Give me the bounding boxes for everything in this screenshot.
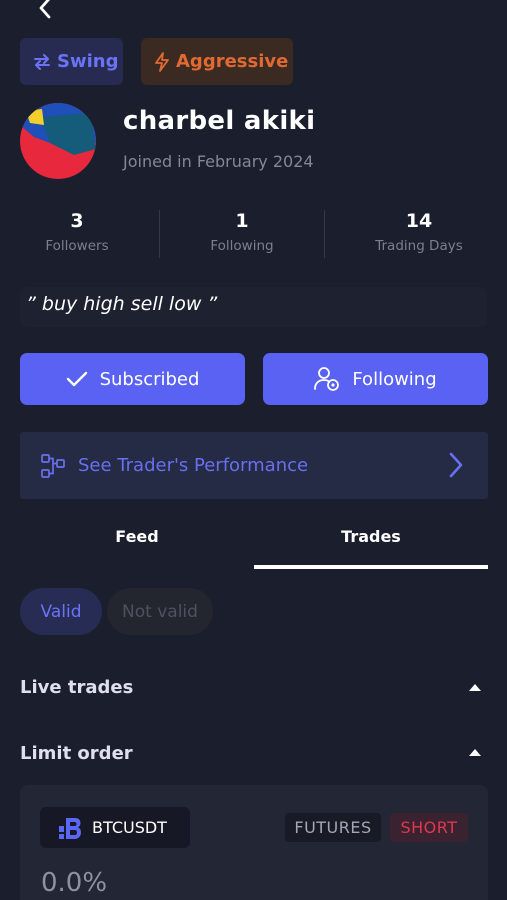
stat-followers[interactable]: 3 Followers bbox=[7, 210, 147, 254]
pair-label: BTCUSDT bbox=[92, 818, 167, 837]
stat-value: 14 bbox=[405, 210, 433, 232]
profile-bio: ” buy high sell low ” bbox=[20, 287, 487, 327]
stat-divider bbox=[159, 210, 160, 258]
back-button[interactable] bbox=[30, 0, 60, 22]
active-tab-indicator bbox=[254, 565, 488, 569]
user-check-icon bbox=[314, 367, 340, 391]
filter-valid[interactable]: Valid bbox=[20, 588, 102, 635]
tag-swing: Swing bbox=[20, 38, 123, 85]
stat-label: Followers bbox=[45, 238, 109, 254]
caret-up-icon[interactable] bbox=[469, 684, 481, 691]
trader-performance-link[interactable]: See Trader's Performance bbox=[20, 432, 488, 499]
tag-aggressive-label: Aggressive bbox=[176, 51, 289, 72]
network-icon bbox=[41, 453, 65, 478]
joined-date: Joined in February 2024 bbox=[123, 152, 314, 171]
tab-feed[interactable]: Feed bbox=[20, 527, 254, 546]
tab-trades[interactable]: Trades bbox=[254, 527, 488, 546]
stat-trading-days[interactable]: 14 Trading Days bbox=[349, 210, 489, 254]
stat-following[interactable]: 1 Following bbox=[172, 210, 312, 254]
exchange-logo-icon bbox=[59, 817, 81, 839]
chevron-left-icon bbox=[39, 0, 51, 19]
stat-value: 1 bbox=[235, 210, 249, 232]
trade-percent: 0.0% bbox=[41, 868, 108, 898]
section-limit-order[interactable]: Limit order bbox=[20, 743, 133, 764]
chevron-right-icon bbox=[449, 452, 463, 478]
tag-swing-label: Swing bbox=[57, 51, 119, 72]
stat-label: Trading Days bbox=[375, 238, 463, 254]
market-badge: FUTURES bbox=[285, 813, 381, 842]
stat-label: Following bbox=[210, 238, 274, 254]
checkmark-icon bbox=[66, 371, 87, 387]
swap-arrows-icon bbox=[34, 53, 50, 70]
tag-aggressive: Aggressive bbox=[141, 38, 293, 85]
avatar bbox=[20, 103, 96, 179]
performance-label: See Trader's Performance bbox=[78, 455, 309, 476]
caret-up-icon[interactable] bbox=[469, 749, 481, 756]
section-live-trades[interactable]: Live trades bbox=[20, 677, 133, 698]
following-label: Following bbox=[352, 368, 437, 390]
lightning-icon bbox=[155, 51, 169, 72]
stat-value: 3 bbox=[70, 210, 84, 232]
trading-pair: BTCUSDT bbox=[40, 807, 190, 848]
filter-not-valid[interactable]: Not valid bbox=[107, 588, 213, 635]
subscribed-label: Subscribed bbox=[99, 368, 200, 390]
subscribed-button[interactable]: Subscribed bbox=[20, 353, 245, 405]
direction-badge: SHORT bbox=[390, 813, 468, 842]
profile-name: charbel akiki bbox=[123, 106, 316, 136]
stat-divider bbox=[324, 210, 325, 258]
following-button[interactable]: Following bbox=[263, 353, 488, 405]
